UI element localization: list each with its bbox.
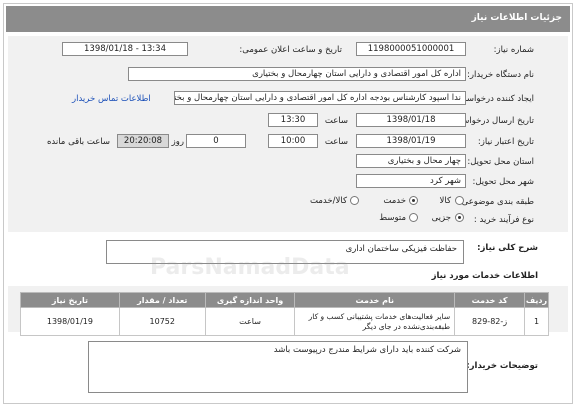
category-option-goods: کالا <box>439 196 451 206</box>
cell-row: 1 <box>524 307 549 336</box>
validity-time-label: ساعت <box>324 137 348 147</box>
col-row: ردیف <box>524 292 549 308</box>
category-option-goods-service: کالا/خدمت <box>310 196 347 206</box>
col-qty: تعداد / مقدار <box>118 292 206 308</box>
page-title: جزئیات اطلاعات نیاز <box>471 13 562 23</box>
cell-date: 1398/01/19 <box>20 307 120 336</box>
send-time-label: ساعت <box>324 116 348 126</box>
validity-date-field[interactable]: 1398/01/19 <box>356 134 466 148</box>
validity-label: تاریخ اعتبار نیاز: <box>477 137 534 147</box>
process-option-medium: متوسط <box>379 213 406 223</box>
cell-code: ز-82-829 <box>454 307 526 336</box>
buyer-notes-label: توضیحات خریدار: <box>466 361 538 371</box>
process-option-minor: جزیی <box>431 213 451 223</box>
send-time-field[interactable]: 13:30 <box>268 113 318 127</box>
table-row[interactable]: 1 ز-82-829 سایر فعالیت‌های خدمات پشتیبان… <box>20 307 549 336</box>
category-radio-goods[interactable] <box>455 196 464 205</box>
announce-field[interactable]: 1398/01/18 - 13:34 <box>62 42 188 56</box>
buyer-notes-field[interactable]: شرکت کننده باید دارای شرایط مندرج درپیوس… <box>88 341 468 393</box>
announce-label: تاریخ و ساعت اعلان عمومی: <box>239 45 342 55</box>
send-date-field[interactable]: 1398/01/18 <box>356 113 466 127</box>
process-radio-minor[interactable] <box>455 213 464 222</box>
watermark: ParsNamadData <box>150 255 350 280</box>
buyer-org-field[interactable]: اداره کل امور اقتصادی و دارایی استان چها… <box>128 67 466 81</box>
category-option-service: خدمت <box>383 196 406 206</box>
province-field[interactable]: چهار محال و بختیاری <box>356 154 466 168</box>
col-name: نام خدمت <box>294 292 456 308</box>
need-number-field[interactable]: 1198000051000001 <box>356 42 466 56</box>
city-field[interactable]: شهر کرد <box>356 174 466 188</box>
cell-unit: ساعت <box>204 307 296 336</box>
remaining-time-field: 20:20:08 <box>117 134 169 148</box>
process-label: نوع فرآیند خرید : <box>473 215 534 225</box>
days-field[interactable]: 0 <box>186 134 246 148</box>
category-radio-service[interactable] <box>409 196 418 205</box>
category-radio-goods-service[interactable] <box>350 196 359 205</box>
creator-label: ایجاد کننده درخواست: <box>455 94 534 104</box>
col-date: تاریخ نیاز <box>20 292 120 308</box>
col-code: کد خدمت <box>454 292 526 308</box>
province-label: استان محل تحویل: <box>467 157 534 167</box>
process-radio-medium[interactable] <box>409 213 418 222</box>
validity-time-field[interactable]: 10:00 <box>268 134 318 148</box>
col-unit: واحد اندازه گیری <box>204 292 296 308</box>
creator-field[interactable]: ندا اسپود کارشناس بودجه اداره کل امور اق… <box>174 91 466 105</box>
summary-label: شرح کلی نیاز: <box>477 243 538 253</box>
buyer-org-label: نام دستگاه خریدار: <box>467 70 534 80</box>
cell-name: سایر فعالیت‌های خدمات پشتیبانی کسب و کار… <box>294 307 456 336</box>
category-label: طبقه بندی موضوعی: <box>458 197 534 207</box>
services-section-title: اطلاعات خدمات مورد نیاز <box>431 271 538 281</box>
buyer-contact-link[interactable]: اطلاعات تماس خریدار <box>72 94 151 104</box>
title-bar: جزئیات اطلاعات نیاز <box>6 6 570 32</box>
cell-qty: 10752 <box>118 307 206 336</box>
remaining-label: ساعت باقی مانده <box>46 137 110 147</box>
services-table: ردیف کد خدمت نام خدمت واحد اندازه گیری ت… <box>20 292 549 336</box>
city-label: شهر محل تحویل: <box>472 177 534 187</box>
need-number-label: شماره نیاز: <box>493 45 534 55</box>
